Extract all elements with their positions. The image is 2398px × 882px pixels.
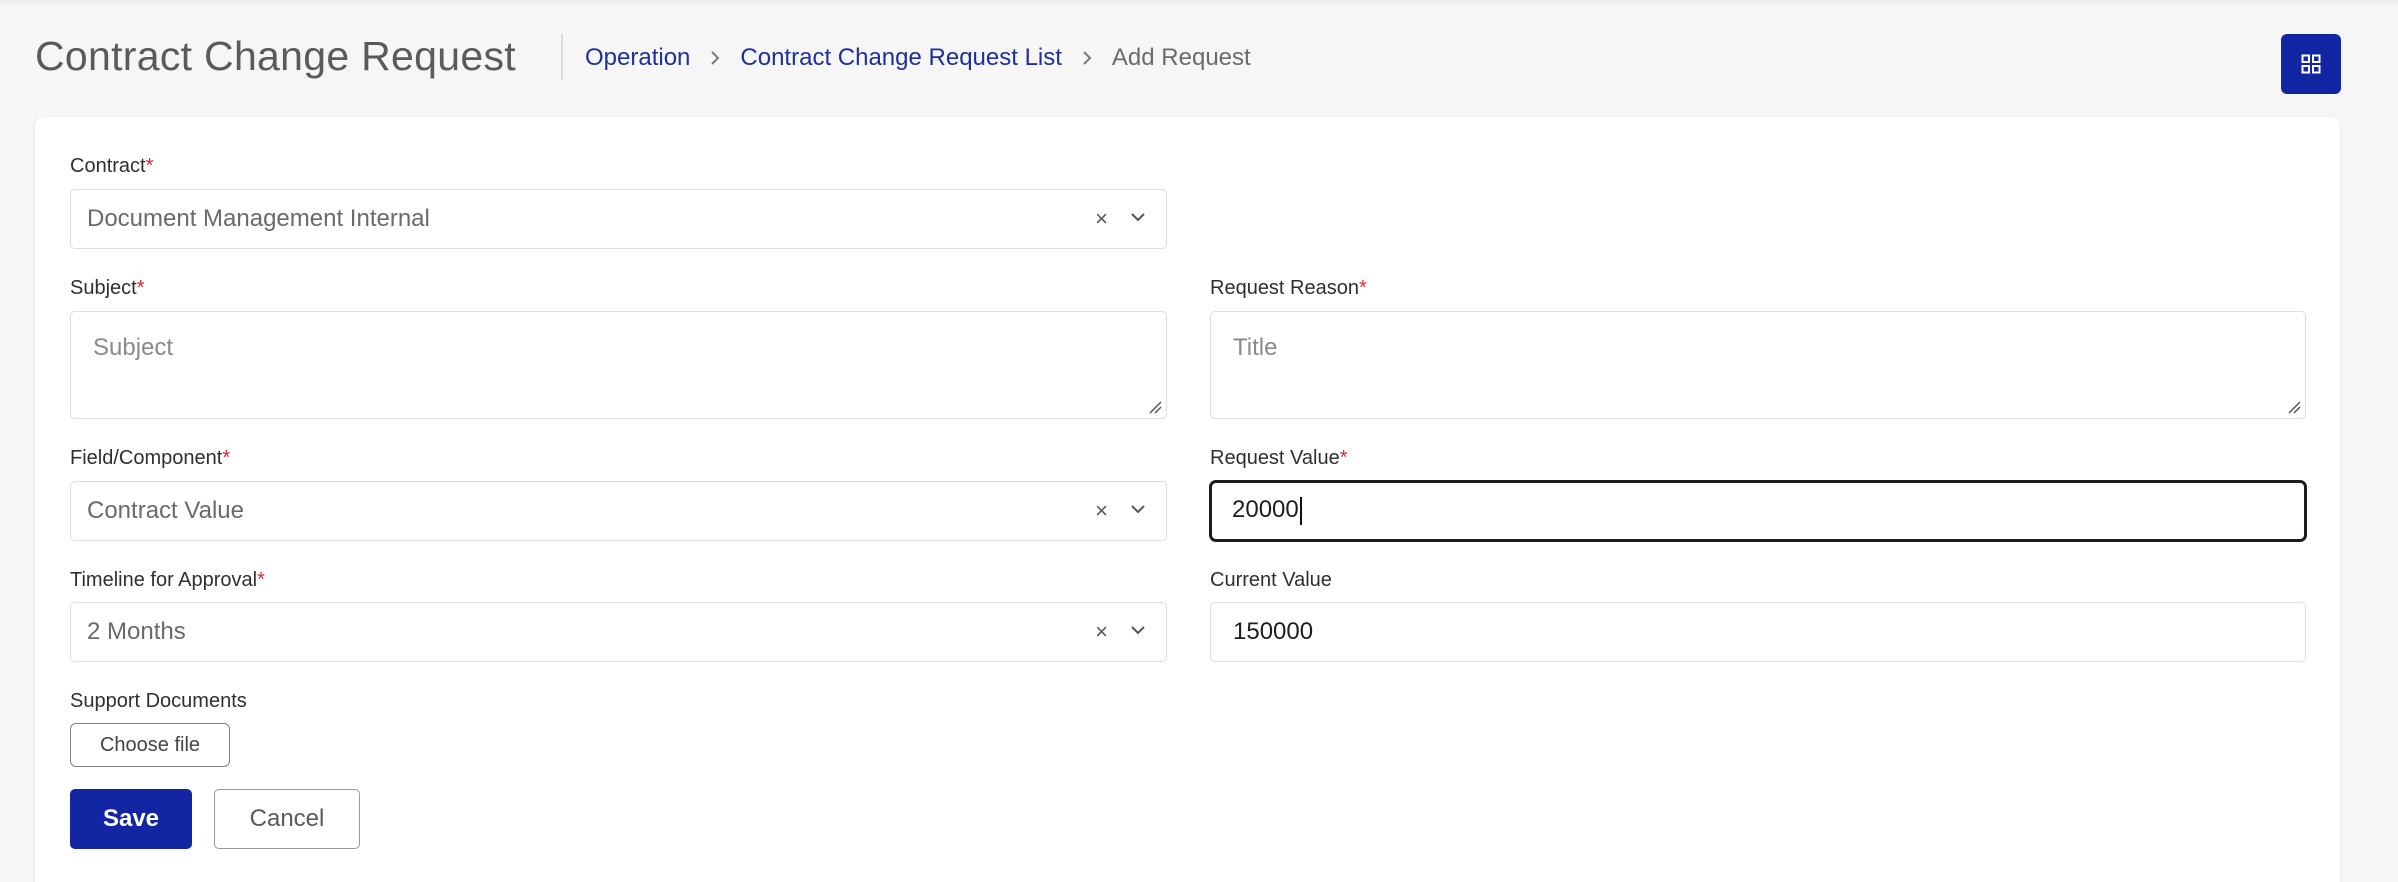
field-component-select[interactable]: Contract Value × — [70, 481, 1167, 541]
breadcrumb-link-request-list[interactable]: Contract Change Request List — [740, 42, 1062, 74]
breadcrumb-current: Add Request — [1111, 44, 1251, 71]
apps-menu-button[interactable] — [2281, 34, 2341, 94]
close-icon[interactable]: × — [1095, 190, 1108, 248]
title-divider — [561, 34, 563, 80]
timeline-select[interactable]: 2 Months × — [70, 602, 1167, 662]
contract-label-text: Contract — [70, 155, 146, 177]
contract-select-value: Document Management Internal — [87, 205, 430, 232]
chevron-right-icon — [1082, 50, 1092, 66]
breadcrumb-link-operation[interactable]: Operation — [585, 42, 690, 74]
request-value-input[interactable]: 20000 — [1209, 480, 2307, 542]
subject-placeholder: Subject — [93, 334, 174, 361]
request-reason-label: Request Reason* — [1210, 276, 1367, 300]
support-documents-label: Support Documents — [70, 690, 247, 712]
form-card: Contract* Document Management Internal ×… — [35, 117, 2340, 882]
choose-file-button[interactable]: Choose file — [70, 723, 230, 767]
page-title: Contract Change Request — [35, 33, 516, 79]
timeline-select-value: 2 Months — [87, 618, 186, 645]
request-value-label-text: Request Value — [1210, 447, 1340, 469]
save-button[interactable]: Save — [70, 789, 192, 849]
request-value-label: Request Value* — [1210, 446, 1348, 470]
timeline-label: Timeline for Approval* — [70, 568, 265, 592]
cancel-button[interactable]: Cancel — [214, 789, 360, 849]
breadcrumb: Operation Contract Change Request List A… — [585, 42, 1251, 74]
request-value-input-value: 20000 — [1232, 483, 1302, 537]
subject-label: Subject* — [70, 276, 145, 300]
request-reason-textarea[interactable]: Title — [1210, 311, 2306, 419]
top-shadow — [0, 0, 2398, 8]
chevron-right-icon — [710, 50, 720, 66]
resize-handle-icon[interactable] — [1148, 400, 1162, 414]
close-icon[interactable]: × — [1095, 603, 1108, 661]
field-component-select-value: Contract Value — [87, 497, 244, 524]
current-value-label: Current Value — [1210, 569, 1332, 591]
required-marker: * — [136, 277, 145, 299]
chevron-down-icon[interactable] — [1130, 625, 1146, 637]
required-marker: * — [257, 569, 265, 591]
required-marker: * — [1358, 277, 1367, 299]
field-component-label-text: Field/Component — [70, 447, 223, 469]
page-header: Contract Change Request Operation Contra… — [35, 30, 2335, 86]
current-value-input-value: 150000 — [1233, 618, 1314, 645]
text-caret — [1299, 496, 1302, 525]
request-reason-placeholder: Title — [1233, 334, 1278, 361]
resize-handle-icon[interactable] — [2287, 400, 2301, 414]
request-value-text: 20000 — [1232, 496, 1299, 523]
field-component-label: Field/Component* — [70, 446, 230, 470]
chevron-down-icon[interactable] — [1130, 212, 1146, 224]
chevron-down-icon[interactable] — [1130, 504, 1146, 516]
required-marker: * — [222, 447, 231, 469]
close-icon[interactable]: × — [1095, 482, 1108, 540]
required-marker: * — [145, 155, 154, 177]
subject-label-text: Subject — [70, 277, 137, 299]
grid-icon — [2301, 54, 2321, 74]
timeline-label-text: Timeline for Approval — [70, 569, 258, 591]
required-marker: * — [1339, 447, 1348, 469]
contract-label: Contract* — [70, 154, 153, 178]
request-reason-label-text: Request Reason — [1210, 277, 1359, 299]
contract-select[interactable]: Document Management Internal × — [70, 189, 1167, 249]
subject-textarea[interactable]: Subject — [70, 311, 1167, 419]
current-value-input[interactable]: 150000 — [1210, 602, 2306, 662]
